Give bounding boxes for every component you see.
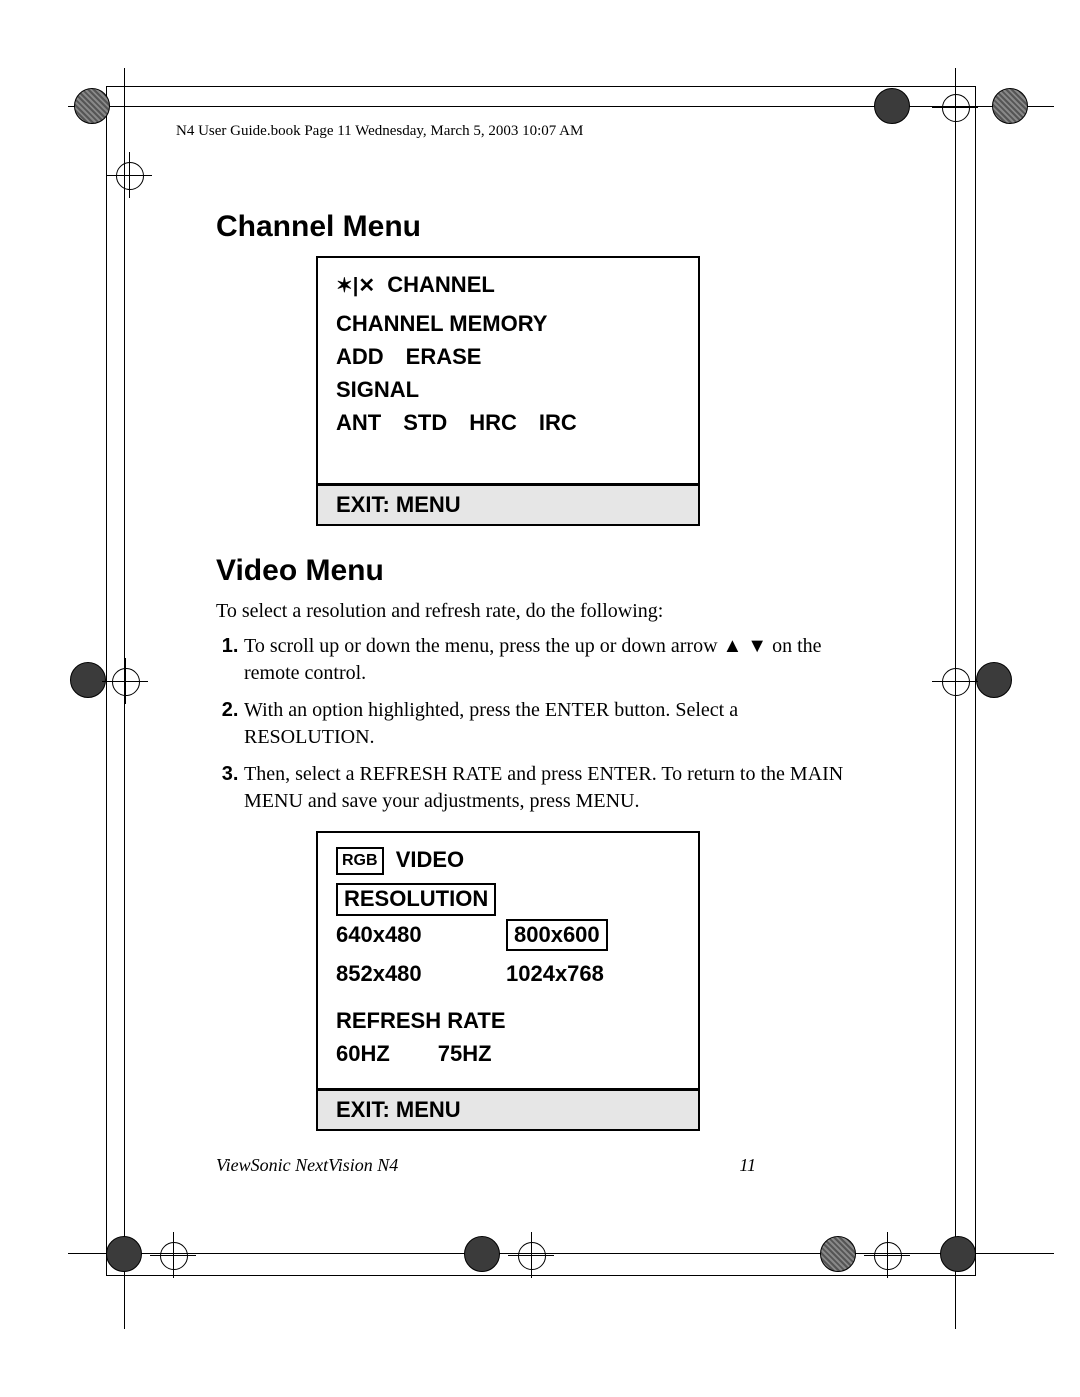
- marker-ball-icon: [992, 88, 1028, 124]
- channel-osd-title: ✶|✕ CHANNEL: [336, 268, 680, 301]
- step-item: To scroll up or down the menu, press the…: [244, 633, 856, 687]
- signal-label: SIGNAL: [336, 373, 680, 406]
- footer-product: ViewSonic NextVision N4: [216, 1155, 398, 1176]
- registration-mark-icon: [938, 90, 972, 124]
- marker-ball-icon: [976, 662, 1012, 698]
- marker-ball-icon: [874, 88, 910, 124]
- marker-ball-icon: [74, 88, 110, 124]
- video-osd-box: RGB VIDEO RESOLUTION 640x480 800x600 852…: [316, 831, 700, 1131]
- channel-memory-label: CHANNEL MEMORY: [336, 307, 680, 340]
- book-header-line: N4 User Guide.book Page 11 Wednesday, Ma…: [176, 123, 583, 140]
- antenna-icon: ✶|✕: [336, 275, 375, 297]
- video-osd-title-text: VIDEO: [396, 847, 464, 872]
- video-osd-exit: EXIT: MENU: [318, 1088, 698, 1129]
- step-text: To scroll up or down the menu, press the…: [244, 635, 822, 684]
- refresh-rate-label: REFRESH RATE: [336, 1004, 680, 1037]
- resolution-option: 852x480: [336, 957, 506, 990]
- signal-option: STD: [403, 406, 447, 439]
- registration-mark-icon: [112, 158, 146, 192]
- channel-osd-exit: EXIT: MENU: [318, 483, 698, 524]
- channel-osd-box: ✶|✕ CHANNEL CHANNEL MEMORY ADD ERASE SIG…: [316, 256, 700, 526]
- heading-channel-menu: Channel Menu: [216, 210, 856, 244]
- marker-ball-icon: [106, 1236, 142, 1272]
- signal-option: ANT: [336, 406, 381, 439]
- resolution-label: RESOLUTION: [336, 883, 496, 916]
- marker-ball-icon: [820, 1236, 856, 1272]
- refresh-option: 75HZ: [438, 1037, 492, 1070]
- channel-osd-title-text: CHANNEL: [387, 272, 495, 297]
- registration-mark-icon: [156, 1238, 190, 1272]
- registration-mark-icon: [514, 1238, 548, 1272]
- marker-ball-icon: [940, 1236, 976, 1272]
- video-osd-title: RGB VIDEO: [336, 843, 680, 876]
- registration-mark-icon: [938, 664, 972, 698]
- resolution-option: 1024x768: [506, 957, 676, 990]
- signal-option: IRC: [539, 406, 577, 439]
- marker-ball-icon: [464, 1236, 500, 1272]
- registration-mark-icon: [108, 664, 142, 698]
- refresh-option: 60HZ: [336, 1037, 390, 1070]
- step-item: Then, select a REFRESH RATE and press EN…: [244, 761, 856, 815]
- marker-ball-icon: [70, 662, 106, 698]
- step-text: Then, select a REFRESH RATE and press EN…: [244, 763, 843, 812]
- registration-mark-icon: [870, 1238, 904, 1272]
- footer-page-number: 11: [739, 1155, 756, 1176]
- step-text: With an option highlighted, press the EN…: [244, 699, 738, 748]
- rgb-tag: RGB: [336, 847, 384, 875]
- heading-video-menu: Video Menu: [216, 554, 856, 588]
- crop-line-bottom: [68, 1253, 1054, 1254]
- step-item: With an option highlighted, press the EN…: [244, 697, 856, 751]
- signal-option: HRC: [469, 406, 517, 439]
- resolution-option-selected: 800x600: [506, 919, 608, 952]
- channel-add-option: ADD: [336, 340, 384, 373]
- video-intro-text: To select a resolution and refresh rate,…: [216, 600, 856, 623]
- channel-erase-option: ERASE: [406, 340, 482, 373]
- resolution-option: 640x480: [336, 918, 506, 952]
- video-steps-list: To scroll up or down the menu, press the…: [216, 633, 856, 815]
